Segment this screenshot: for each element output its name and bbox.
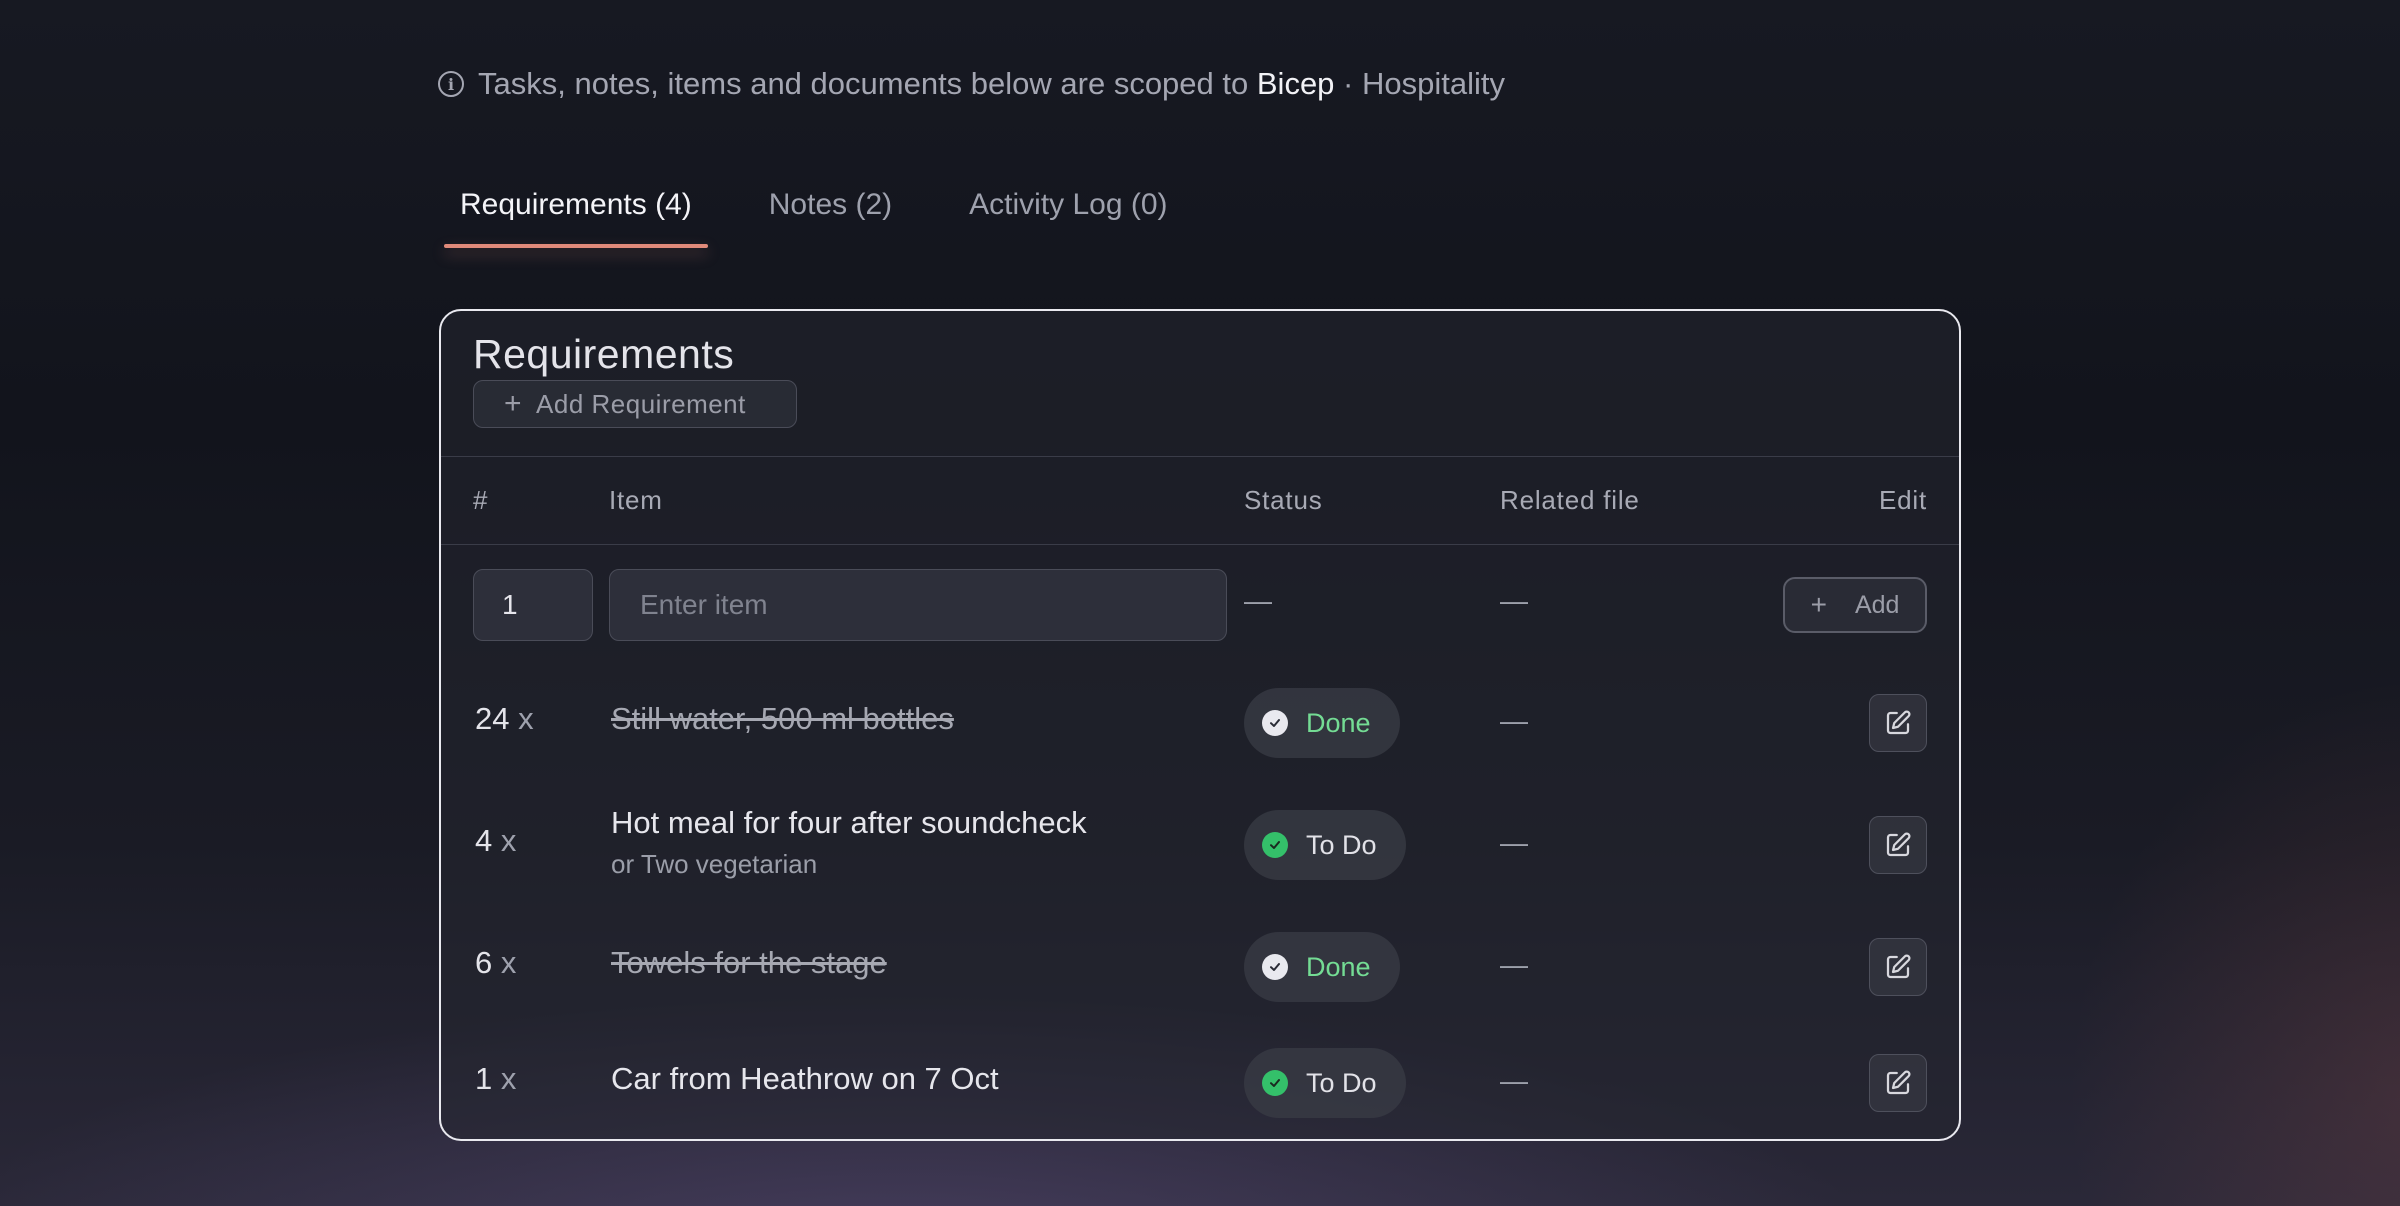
row-quantity: 6 x bbox=[475, 945, 516, 981]
related-file: — bbox=[1500, 1065, 1528, 1096]
info-icon: i bbox=[438, 71, 464, 97]
quantity-multiplier: x bbox=[500, 945, 517, 980]
add-requirement-button[interactable]: + Add Requirement bbox=[473, 380, 797, 428]
row-quantity: 1 x bbox=[475, 1061, 516, 1097]
check-circle-icon bbox=[1262, 954, 1288, 980]
edit-button[interactable] bbox=[1869, 816, 1927, 874]
header-num: # bbox=[473, 485, 489, 515]
table-header: # Item Status Related file Edit bbox=[441, 457, 1959, 545]
quantity-multiplier: x bbox=[500, 1061, 517, 1096]
edit-icon bbox=[1886, 1070, 1911, 1095]
table-row: 24 x Still water, 500 ml bottles Done — bbox=[441, 667, 1959, 779]
status-badge[interactable]: To Do bbox=[1244, 1048, 1406, 1118]
table-row: 1 x Car from Heathrow on 7 Oct To Do — bbox=[441, 1023, 1959, 1133]
item-input[interactable] bbox=[609, 569, 1227, 641]
quantity-value: 4 bbox=[475, 823, 493, 858]
edit-button[interactable] bbox=[1869, 938, 1927, 996]
add-item-button[interactable]: + Add bbox=[1783, 577, 1927, 633]
status-label: Done bbox=[1306, 951, 1371, 982]
related-file: — bbox=[1500, 827, 1528, 858]
row-item: Towels for the stage bbox=[611, 945, 887, 980]
edit-button[interactable] bbox=[1869, 1054, 1927, 1112]
tab-notes[interactable]: Notes (2) bbox=[753, 180, 908, 248]
status-badge[interactable]: To Do bbox=[1244, 810, 1406, 880]
status-badge[interactable]: Done bbox=[1244, 932, 1400, 1002]
edit-icon bbox=[1886, 954, 1911, 979]
table-row: 6 x Towels for the stage Done — bbox=[441, 901, 1959, 1023]
scope-separator: · bbox=[1343, 66, 1354, 101]
check-circle-icon bbox=[1262, 832, 1288, 858]
quantity-value: 24 bbox=[475, 701, 510, 736]
check-circle-icon bbox=[1262, 1070, 1288, 1096]
status-badge[interactable]: Done bbox=[1244, 688, 1400, 758]
row-item: Still water, 500 ml bottles bbox=[611, 701, 954, 736]
header-status: Status bbox=[1244, 485, 1323, 515]
status-label: To Do bbox=[1306, 1067, 1377, 1098]
add-item-label: Add bbox=[1854, 590, 1900, 619]
edit-icon bbox=[1886, 832, 1911, 857]
related-file: — bbox=[1500, 705, 1528, 736]
table-row: 4 x Hot meal for four after soundcheck o… bbox=[441, 779, 1959, 901]
plus-icon: + bbox=[1810, 589, 1827, 620]
scope-notice: i Tasks, notes, items and documents belo… bbox=[438, 66, 1505, 102]
tab-activity-log[interactable]: Activity Log (0) bbox=[953, 180, 1183, 248]
tab-bar: Requirements (4) Notes (2) Activity Log … bbox=[444, 180, 1229, 248]
check-circle-icon bbox=[1262, 710, 1288, 736]
row-item: Car from Heathrow on 7 Oct bbox=[611, 1061, 999, 1096]
scope-category: Hospitality bbox=[1362, 66, 1505, 101]
row-item: Hot meal for four after soundcheck bbox=[611, 805, 1087, 840]
row-quantity: 24 x bbox=[475, 701, 534, 737]
new-requirement-row: — — + Add bbox=[441, 545, 1959, 667]
header-edit: Edit bbox=[1878, 485, 1927, 515]
requirements-card: Requirements + Add Requirement # Item St… bbox=[439, 309, 1961, 1141]
add-requirement-label: Add Requirement bbox=[536, 388, 746, 419]
quantity-input[interactable] bbox=[473, 569, 593, 641]
scope-entity: Bicep bbox=[1256, 66, 1335, 101]
edit-icon bbox=[1886, 710, 1911, 735]
header-related-file: Related file bbox=[1500, 485, 1640, 515]
new-file-placeholder: — bbox=[1500, 585, 1528, 616]
quantity-value: 6 bbox=[475, 945, 493, 980]
quantity-multiplier: x bbox=[500, 823, 517, 858]
tab-requirements[interactable]: Requirements (4) bbox=[444, 180, 708, 248]
card-header: Requirements + Add Requirement bbox=[441, 311, 1959, 457]
new-status-placeholder: — bbox=[1244, 585, 1272, 616]
row-item-note: or Two vegetarian bbox=[611, 849, 818, 879]
quantity-value: 1 bbox=[475, 1061, 493, 1096]
plus-icon: + bbox=[504, 387, 523, 420]
card-title: Requirements bbox=[473, 331, 735, 377]
status-label: Done bbox=[1306, 707, 1371, 738]
row-quantity: 4 x bbox=[475, 823, 516, 859]
quantity-multiplier: x bbox=[518, 701, 534, 736]
scope-text: Tasks, notes, items and documents below … bbox=[478, 66, 1505, 102]
related-file: — bbox=[1500, 949, 1528, 980]
header-item: Item bbox=[609, 485, 663, 515]
scope-prefix: Tasks, notes, items and documents below … bbox=[478, 66, 1249, 101]
status-label: To Do bbox=[1306, 829, 1377, 860]
edit-button[interactable] bbox=[1869, 694, 1927, 752]
